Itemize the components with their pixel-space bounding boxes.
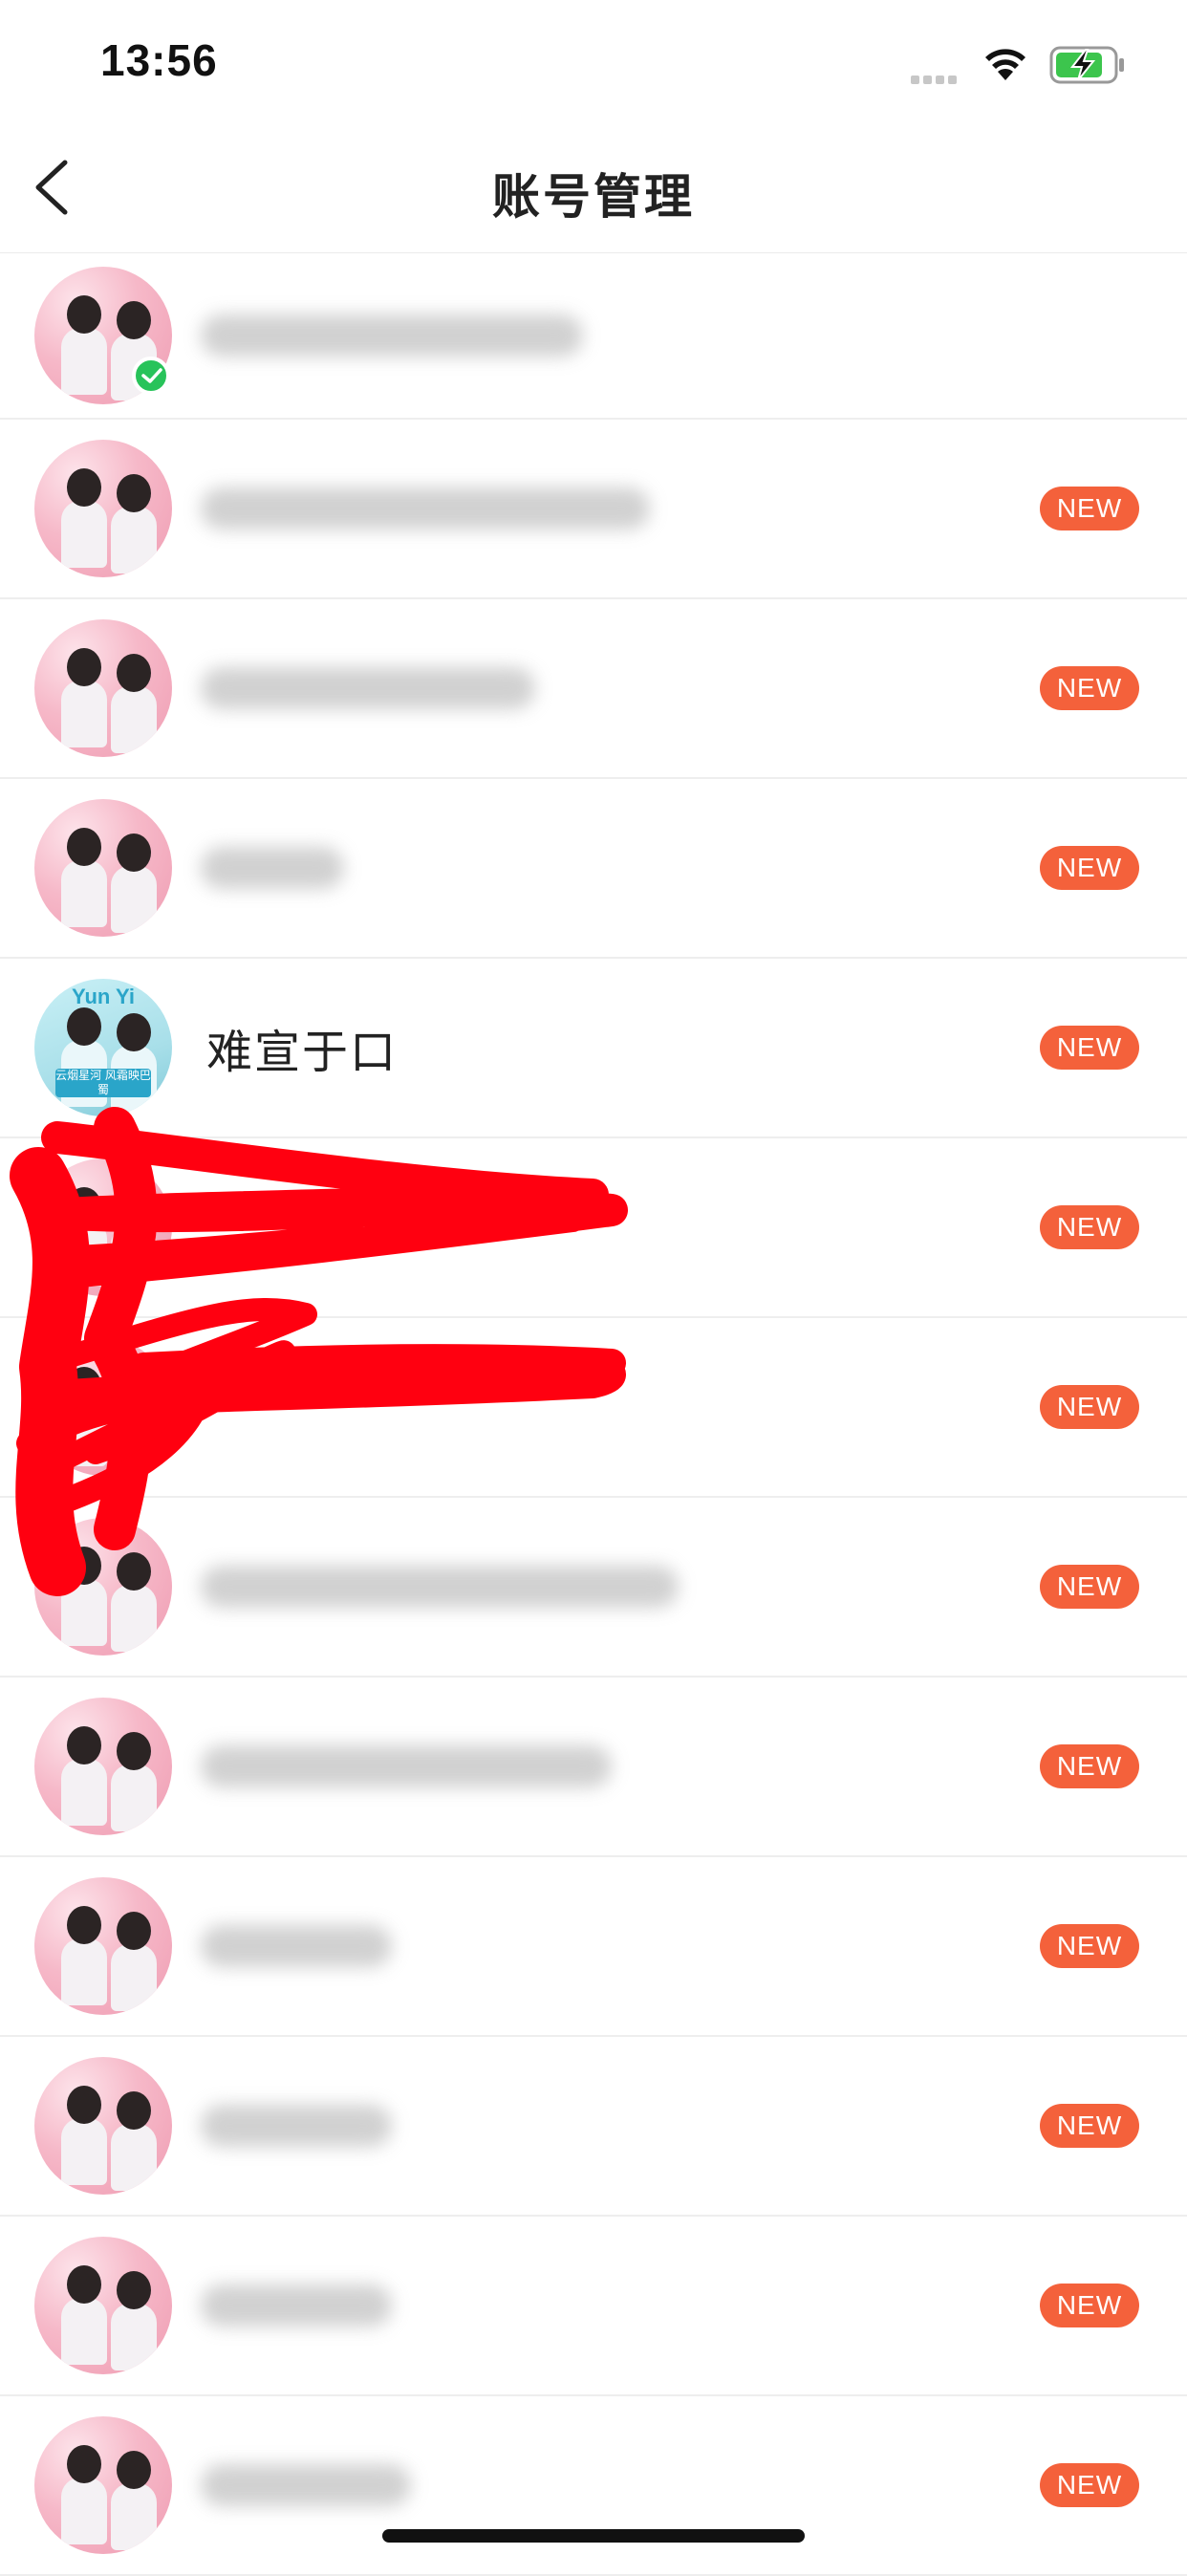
redaction-scribble — [10, 1107, 628, 1596]
home-indicator — [382, 2529, 805, 2543]
